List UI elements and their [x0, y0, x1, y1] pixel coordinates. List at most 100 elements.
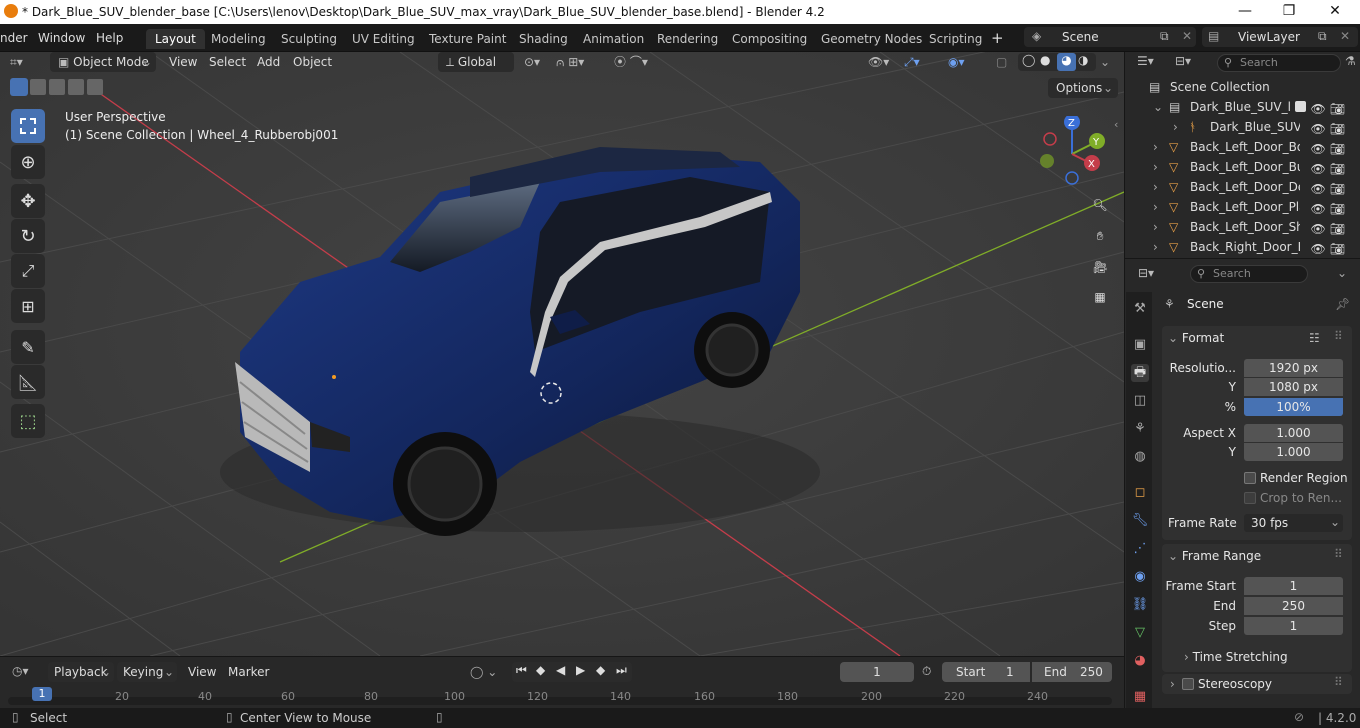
minimize-button[interactable]: — [1222, 0, 1268, 24]
move-tool[interactable]: ✥ [11, 184, 45, 218]
current-frame-field[interactable]: 1 [840, 662, 914, 682]
prev-keyframe-icon[interactable]: ◆ [536, 663, 545, 677]
toggle-perspective-button[interactable]: ▦ [1087, 284, 1113, 310]
copy-icon[interactable]: ⧉ [1318, 29, 1327, 44]
outliner-row-scene-collection[interactable]: ▤ Scene Collection [1125, 77, 1360, 97]
gizmo-neg-y[interactable] [1040, 154, 1054, 168]
eye-camera-icons[interactable]: 👁︎📷︎ [1311, 179, 1349, 199]
pivot-icon[interactable]: ⊙▾ [524, 52, 540, 72]
mode-dropdown[interactable]: ▣ Object Mode ⌄ [50, 52, 156, 72]
filter-icon[interactable]: ⚗ [1345, 54, 1356, 68]
tab-geometry-nodes[interactable]: Geometry Nodes [812, 29, 931, 49]
eye-camera-icons[interactable]: 👁︎📷︎ [1311, 219, 1349, 239]
tab-shading[interactable]: Shading [510, 29, 577, 49]
constraints-tab-icon[interactable]: ⛓ [1131, 596, 1149, 614]
navigation-gizmo[interactable]: Z Y X [1034, 116, 1114, 196]
format-panel-header[interactable]: ⌄ Format [1168, 331, 1224, 345]
xray-icon[interactable]: ▢ [996, 52, 1007, 72]
add-cube-tool[interactable]: ⬚ [11, 404, 45, 438]
end-frame-field[interactable]: End 250 [1032, 662, 1112, 682]
chevron-right-icon[interactable]: › [1153, 237, 1158, 257]
frame-range-header[interactable]: ⌄ Frame Range [1168, 549, 1261, 563]
menu-help[interactable]: Help [96, 31, 123, 45]
view-layer-tab-icon[interactable]: ◫ [1131, 392, 1149, 410]
marker-menu[interactable]: Marker [228, 662, 269, 682]
tab-compositing[interactable]: Compositing [723, 29, 816, 49]
material-tab-icon[interactable]: ◕ [1131, 652, 1149, 670]
render-region-checkbox[interactable] [1244, 472, 1256, 484]
tab-sculpting[interactable]: Sculpting [272, 29, 346, 49]
measure-tool[interactable]: 📐︎ [11, 365, 45, 399]
select-intersect-icon[interactable] [87, 79, 103, 95]
physics-tab-icon[interactable]: ◉ [1131, 568, 1149, 586]
output-tab-icon[interactable]: 🖶︎ [1131, 364, 1149, 382]
collapse-sidebar-icon[interactable]: ‹ [1114, 118, 1118, 131]
snap-icon[interactable]: ⩀ ⊞▾ [556, 52, 584, 72]
chevron-down-icon[interactable]: ⌄ [1153, 97, 1163, 117]
particles-tab-icon[interactable]: ⋰ [1131, 540, 1149, 558]
menu-select[interactable]: Select [209, 52, 246, 72]
menu-window[interactable]: Window [38, 31, 85, 45]
timeline-view-menu[interactable]: View [188, 662, 216, 682]
chevron-right-icon[interactable]: › [1153, 157, 1158, 177]
playback-menu[interactable]: Playback ⌄ [48, 662, 114, 682]
world-tab-icon[interactable]: ◍ [1131, 448, 1149, 466]
tab-modeling[interactable]: Modeling [202, 29, 275, 49]
eye-camera-icons[interactable]: 👁︎📷︎ [1311, 159, 1349, 179]
timeline-editor-icon[interactable]: ◷▾ [12, 664, 29, 678]
annotate-tool[interactable]: ✎ [11, 330, 45, 364]
outliner-row-object[interactable]: › ▽ Back_Right_Door_B 👁︎📷︎ [1125, 237, 1360, 257]
keying-menu[interactable]: Keying ⌄ [117, 662, 177, 682]
jump-start-icon[interactable]: ⏮ [516, 663, 527, 678]
tool-tab-icon[interactable]: ⚒ [1131, 300, 1149, 318]
close-button[interactable]: ✕ [1312, 0, 1358, 24]
overlay-toggle-icon[interactable]: ◉▾ [948, 52, 965, 72]
remove-view-layer-icon[interactable]: ✕ [1340, 29, 1350, 43]
drag-handle-icon[interactable]: ⠿ [1334, 675, 1343, 689]
tab-uv-editing[interactable]: UV Editing [343, 29, 424, 49]
properties-editor-icon[interactable]: ⊟▾ [1138, 266, 1154, 280]
playhead[interactable]: 1 [32, 687, 52, 701]
select-subtract-icon[interactable] [49, 79, 65, 95]
proportional-edit-icon[interactable]: ⦿ ⌒▾ [614, 52, 648, 72]
eye-camera-icons[interactable]: 👁︎📷︎ [1311, 99, 1349, 119]
options-dropdown[interactable]: Options ⌄ [1048, 78, 1118, 98]
zoom-button[interactable]: 🔍︎ [1087, 192, 1113, 218]
texture-tab-icon[interactable]: ▦ [1131, 688, 1149, 706]
chevron-right-icon[interactable]: › [1153, 137, 1158, 157]
play-icon[interactable]: ▶ [576, 663, 585, 677]
eye-camera-icons[interactable]: 👁︎📷︎ [1311, 239, 1349, 259]
chevron-right-icon[interactable]: › [1153, 217, 1158, 237]
editor-type-icon[interactable]: ⌗▾ [10, 52, 23, 72]
solid-shading-icon[interactable]: ● [1040, 53, 1050, 67]
select-extend-icon[interactable] [30, 79, 46, 95]
scale-tool[interactable]: ⤢ [11, 254, 45, 288]
play-reverse-icon[interactable]: ◀ [556, 663, 565, 677]
eye-camera-icons[interactable]: 👁︎📷︎ [1311, 199, 1349, 219]
rendered-shading-icon[interactable]: ◑ [1078, 53, 1088, 67]
scene-selector[interactable]: ◈ Scene ⧉ ✕ [1024, 27, 1196, 47]
resolution-x-field[interactable]: 1920 px [1244, 359, 1343, 377]
menu-object[interactable]: Object [293, 52, 332, 72]
remove-scene-icon[interactable]: ✕ [1182, 29, 1192, 43]
aspect-y-field[interactable]: 1.000 [1244, 443, 1343, 461]
jump-end-icon[interactable]: ⏭ [616, 663, 627, 678]
aspect-x-field[interactable]: 1.000 [1244, 424, 1343, 442]
stereoscopy-header[interactable]: › [1170, 677, 1175, 691]
chevron-right-icon[interactable]: › [1153, 197, 1158, 217]
resolution-percent-slider[interactable]: 100% [1244, 398, 1343, 416]
timer-icon[interactable]: ⏱ [922, 664, 931, 679]
maximize-button[interactable]: ❐ [1266, 0, 1312, 24]
tab-texture-paint[interactable]: Texture Paint [420, 29, 515, 49]
crop-checkbox[interactable] [1244, 492, 1256, 504]
menu-add[interactable]: Add [257, 52, 280, 72]
material-shading-icon[interactable]: ◕ [1057, 53, 1076, 71]
resolution-y-field[interactable]: 1080 px [1244, 378, 1343, 396]
outliner-row-object[interactable]: › ▽ Back_Left_Door_Bo 👁︎📷︎ [1125, 137, 1360, 157]
stereoscopy-checkbox[interactable] [1182, 678, 1194, 690]
drag-handle-icon[interactable]: ⠿ [1334, 329, 1343, 343]
copy-icon[interactable]: ⧉ [1160, 29, 1169, 44]
3d-viewport[interactable]: User Perspective (1) Scene Collection | … [0, 52, 1124, 656]
menu-render[interactable]: nder [0, 31, 28, 45]
orientation-dropdown[interactable]: ⟂ Global [438, 52, 514, 72]
